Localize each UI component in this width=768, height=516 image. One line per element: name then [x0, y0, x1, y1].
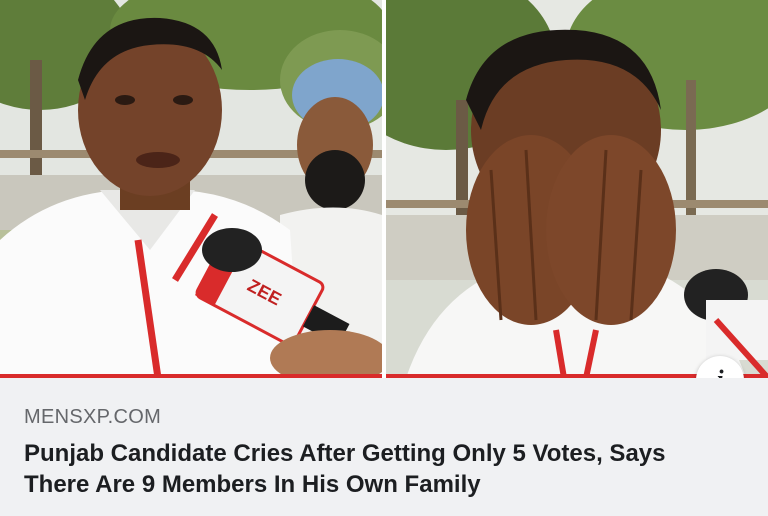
- link-preview-card[interactable]: ZEE MENSXP.COM Punjab Candidate Cries Af…: [0, 0, 768, 516]
- photo-right-candidate-crying: [386, 0, 768, 378]
- headline-title[interactable]: Punjab Candidate Cries After Getting Onl…: [24, 438, 734, 500]
- photo-left-candidate-speaking: ZEE: [0, 0, 382, 378]
- preview-image[interactable]: ZEE: [0, 0, 768, 378]
- source-domain: MENSXP.COM: [24, 406, 162, 428]
- preview-caption[interactable]: MENSXP.COM Punjab Candidate Cries After …: [0, 378, 768, 516]
